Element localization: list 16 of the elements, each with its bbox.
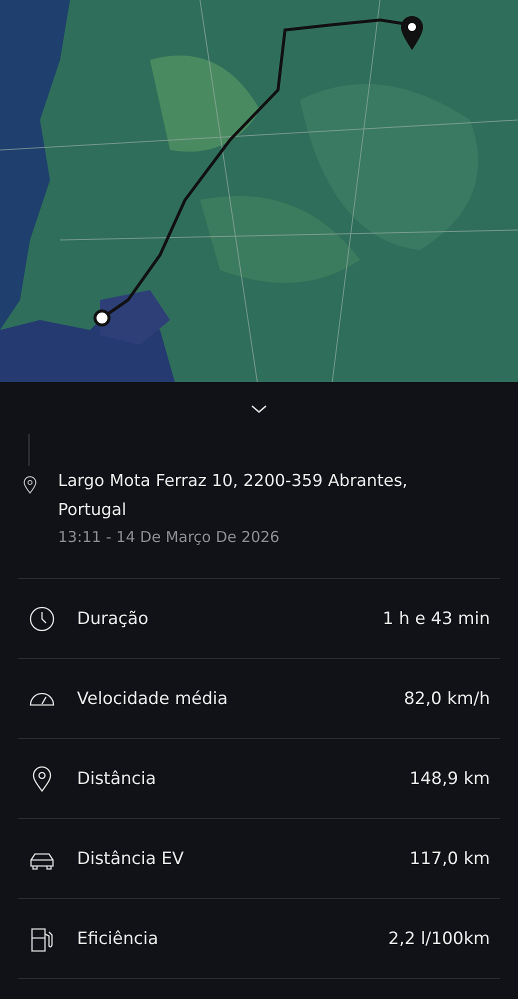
clock-icon xyxy=(29,606,55,632)
fuel-pump-icon xyxy=(29,926,55,952)
stat-value: 148,9 km xyxy=(410,768,490,788)
stat-value: 2,2 l/100km xyxy=(388,928,490,948)
stat-label: Duração xyxy=(77,608,150,628)
location-pin-icon xyxy=(23,476,37,494)
stat-value: 117,0 km xyxy=(410,848,490,868)
stat-value: 1 h e 43 min xyxy=(382,608,490,628)
stat-label: Distância EV xyxy=(77,848,185,868)
stat-label: Distância xyxy=(77,768,158,788)
stat-value: 82,0 km/h xyxy=(404,688,490,708)
address-text: Largo Mota Ferraz 10, 2200-359 Abrantes, Portugal xyxy=(58,470,409,521)
trip-datetime: 13:11 - 14 De Março De 2026 xyxy=(58,528,280,546)
stat-label: Eficiência xyxy=(77,928,160,948)
stat-label: Velocidade média xyxy=(77,688,229,708)
collapse-chevron-icon[interactable] xyxy=(250,403,268,415)
